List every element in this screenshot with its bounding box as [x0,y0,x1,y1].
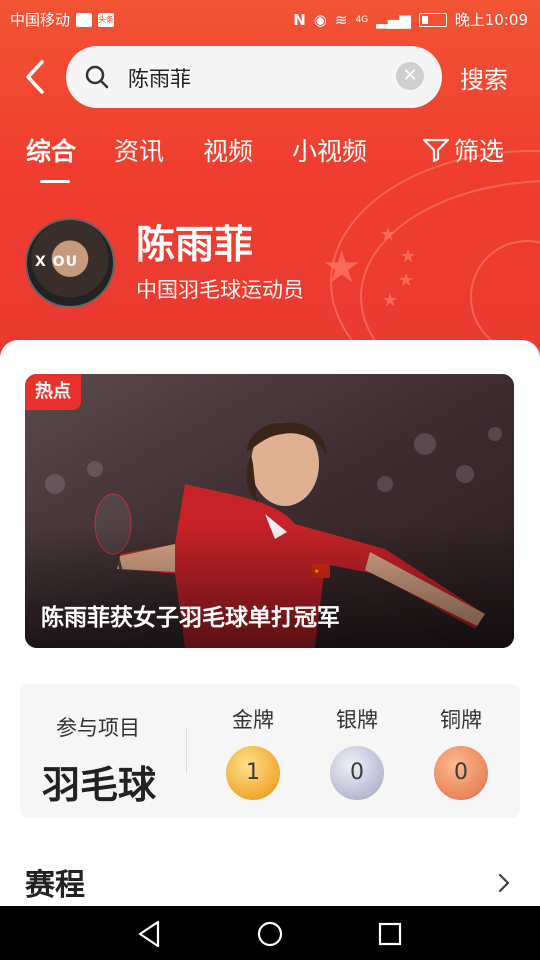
athlete-name: 陈雨菲 [136,223,254,268]
tab-video[interactable]: 视频 [203,132,253,168]
eye-icon: ◉ [313,10,327,29]
clock: 晚上10:09 [454,11,528,29]
bronze-medal-icon: 0 [434,746,488,800]
search-input[interactable]: 陈雨菲 ✕ [66,46,442,108]
filter-button[interactable]: 筛选 [422,132,504,168]
nav-recents-icon[interactable] [374,918,406,950]
toutiao-notification-icon: 头条 [98,12,115,27]
news-caption: 陈雨菲获女子羽毛球单打冠军 [41,605,340,631]
nav-home-icon[interactable] [254,918,286,950]
tab-short-video[interactable]: 小视频 [292,132,367,168]
back-arrow-icon[interactable] [20,58,50,96]
sport-label: 参与项目 [56,716,140,740]
decor-star-icon: ★ [380,224,397,245]
bronze-medal-label: 铜牌 [440,708,482,732]
decor-star-icon: ★ [400,246,417,267]
search-query: 陈雨菲 [128,67,191,91]
status-bar: 中国移动 头条 N ◉ ≋ 4G ▂▄▆ 晚上10:09 [0,0,540,36]
sport-name: 羽毛球 [42,763,157,807]
filter-icon [422,138,450,163]
gold-medal-count: 金牌 1 [218,704,288,800]
hot-tag: 热点 [25,374,81,410]
divider [186,728,187,774]
athlete-description: 中国羽毛球运动员 [136,278,304,302]
content-panel: ★ 热点 陈雨菲获女子羽毛球单打冠军 参与项目 羽毛球 金牌 1 银牌 0 铜牌… [0,340,540,906]
gold-medal-label: 金牌 [232,708,274,732]
schedule-title[interactable]: 赛程 [25,860,85,904]
decor-star-icon: ★ [398,270,415,291]
active-tab-indicator [40,180,70,183]
filter-label: 筛选 [454,137,505,166]
network-type: 4G [355,14,369,25]
bronze-medal-count: 铜牌 0 [426,704,496,800]
carrier-label: 中国移动 [10,11,71,29]
signal-icon: ▂▄▆ [376,10,411,29]
tab-bar: 综合 资讯 视频 小视频 筛选 [0,128,540,188]
clear-icon[interactable]: ✕ [396,62,424,90]
silver-medal-icon: 0 [330,746,384,800]
avatar[interactable]: X OU [25,218,115,308]
chevron-right-icon[interactable] [496,872,512,894]
search-button[interactable]: 搜索 [460,60,508,95]
app-notification-icon [76,12,93,27]
wifi-icon: ≋ [334,10,348,29]
decor-star-icon: ★ [322,242,362,293]
battery-icon [418,12,447,27]
silver-medal-count: 银牌 0 [322,704,392,800]
nfc-icon: N [293,10,306,29]
tab-comprehensive[interactable]: 综合 [26,132,76,168]
medal-summary-card: 参与项目 羽毛球 金牌 1 银牌 0 铜牌 0 [20,684,520,818]
search-icon [85,65,109,89]
avatar-jersey-text: X OU [35,254,78,270]
silver-medal-label: 银牌 [336,708,378,732]
nav-back-icon[interactable] [134,918,166,950]
gold-medal-icon: 1 [226,746,280,800]
system-nav-bar [0,906,540,960]
news-card[interactable]: ★ 热点 陈雨菲获女子羽毛球单打冠军 [25,374,514,648]
decor-star-icon: ★ [382,290,399,311]
tab-news[interactable]: 资讯 [114,132,164,168]
